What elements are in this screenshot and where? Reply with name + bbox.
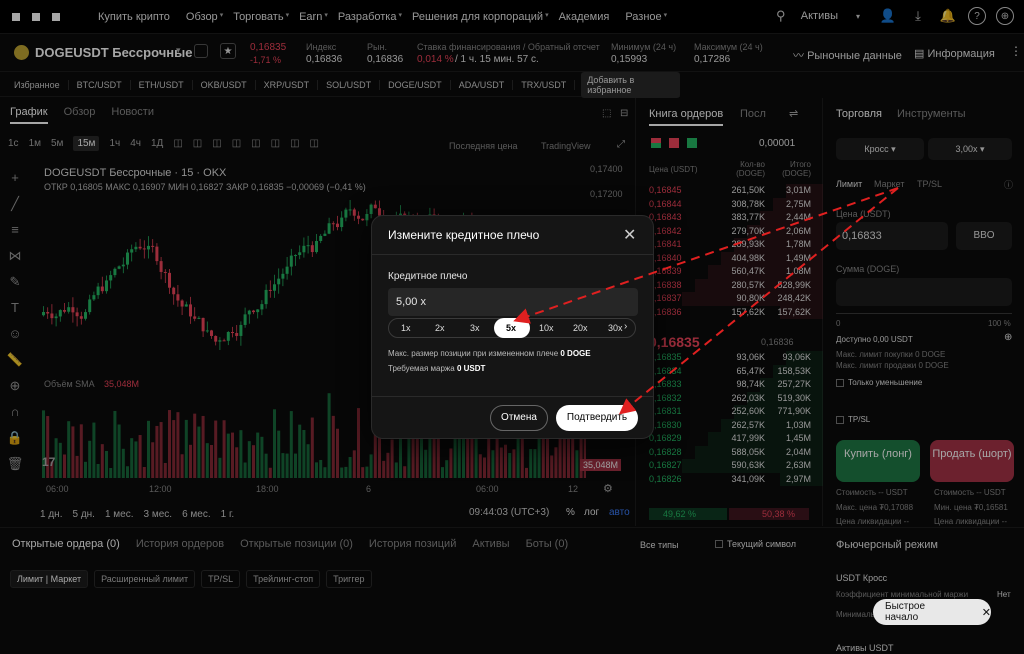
confirm-label: Подтвердить — [566, 412, 628, 423]
leverage-option[interactable]: 20x — [573, 323, 588, 333]
close-icon[interactable]: ✕ — [982, 606, 991, 619]
leverage-option[interactable]: 10x — [539, 323, 554, 333]
max-position: Макс. размер позиции при измененном плеч… — [388, 349, 591, 358]
close-icon[interactable]: ✕ — [623, 225, 636, 245]
leverage-input-value: 5,00 x — [396, 296, 426, 308]
chevron-right-icon[interactable]: › — [624, 321, 627, 332]
confirm-button[interactable]: Подтвердить — [556, 405, 638, 431]
cancel-button[interactable]: Отмена — [490, 405, 548, 431]
leverage-input[interactable]: 5,00 x — [388, 288, 638, 316]
leverage-option[interactable]: 2x — [435, 323, 445, 333]
quick-start-toast[interactable]: Быстрое начало ✕ — [873, 599, 991, 625]
required-margin-value: 0 USDT — [456, 364, 486, 373]
leverage-option[interactable]: 3x — [470, 323, 480, 333]
modal-footer-divider — [372, 396, 653, 397]
cancel-label: Отмена — [501, 412, 537, 423]
leverage-option[interactable]: 1x — [401, 323, 411, 333]
leverage-option[interactable]: 30x — [608, 323, 623, 333]
modal-divider — [372, 254, 653, 255]
max-position-label: Макс. размер позиции при измененном плеч… — [388, 349, 559, 358]
required-margin: Требуемая маржа 0 USDT — [388, 364, 485, 373]
toast-label: Быстрое начало — [885, 601, 926, 623]
max-position-value: 0 DOGE — [560, 349, 591, 358]
leverage-option[interactable]: 5x — [506, 323, 516, 333]
required-margin-label: Требуемая маржа — [388, 364, 455, 373]
modal-title: Измените кредитное плечо — [388, 228, 540, 242]
leverage-label: Кредитное плечо — [388, 271, 468, 282]
